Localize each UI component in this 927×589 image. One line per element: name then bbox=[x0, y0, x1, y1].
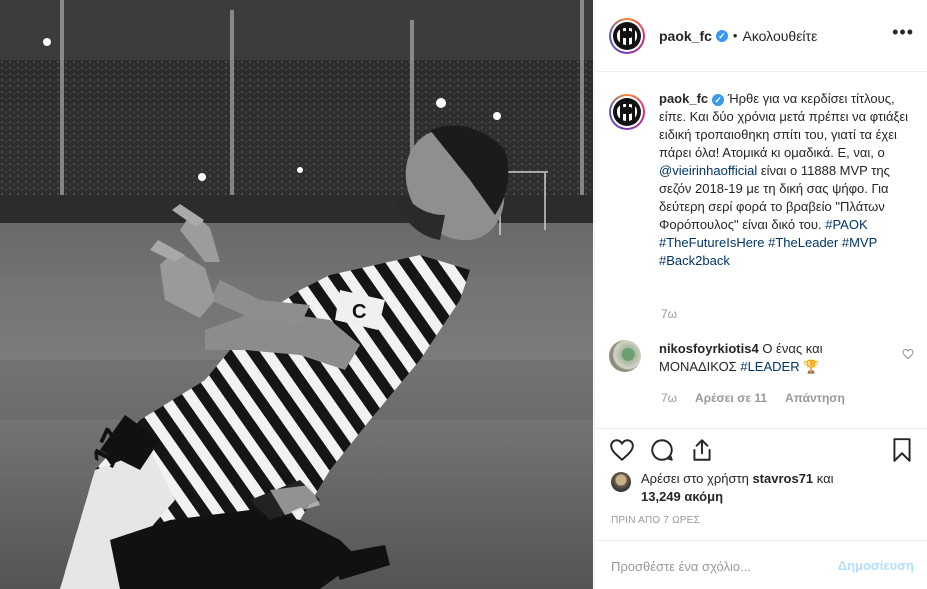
comment-meta: 7ω Αρέσει σε 11 Απάντηση bbox=[661, 391, 845, 405]
comment-text: nikosfoyrkiotis4 Ο ένας και ΜΟΝΑΔΙΚΟΣ #L… bbox=[659, 340, 889, 376]
post-comment-button[interactable]: Δημοσίευση bbox=[838, 558, 914, 573]
verified-badge-icon: ✓ bbox=[715, 29, 728, 42]
likes-text: Αρέσει στο χρήστη stavros71 και 13,249 α… bbox=[641, 470, 834, 506]
hashtag-link[interactable]: #LEADER bbox=[740, 359, 799, 374]
caption-text: paok_fc ✓ Ήρθε για να κερδίσει τίτλους, ε… bbox=[659, 90, 914, 270]
likes-prefix: Αρέσει στο χρήστη bbox=[641, 471, 753, 486]
caption-time[interactable]: 7ω bbox=[661, 307, 677, 321]
mention-link[interactable]: @vieirinhaofficial bbox=[659, 163, 757, 178]
hashtag-link[interactable]: #Back2back bbox=[659, 253, 730, 268]
comment-heart-icon[interactable] bbox=[902, 348, 914, 363]
liker-avatar[interactable] bbox=[611, 472, 631, 492]
hashtag-link[interactable]: #TheLeader bbox=[768, 235, 838, 250]
commenter-username[interactable]: nikosfoyrkiotis4 bbox=[659, 341, 759, 356]
likes-middle: και bbox=[813, 471, 834, 486]
likes-count-link[interactable]: 13,249 ακόμη bbox=[641, 489, 723, 504]
post-caption: paok_fc ✓ Ήρθε για να κερδίσει τίτλους, ε… bbox=[609, 90, 914, 270]
caption-author-avatar[interactable] bbox=[609, 94, 645, 130]
heart-outline-icon[interactable] bbox=[609, 437, 635, 463]
post-side-panel: paok_fc ✓ • Ακολουθείτε ••• paok_fc ✓ Ήρθ… bbox=[594, 0, 927, 589]
post-header: paok_fc ✓ • Ακολουθείτε ••• bbox=[595, 0, 927, 72]
follow-status-button[interactable]: Ακολουθείτε bbox=[742, 28, 817, 44]
post-image: 17 C bbox=[0, 0, 593, 589]
comment-bubble-icon[interactable] bbox=[649, 437, 675, 463]
post-photo[interactable]: 17 C bbox=[0, 0, 593, 589]
more-dots-icon[interactable]: ••• bbox=[892, 23, 914, 41]
post-timestamp[interactable]: ΠΡΙΝ ΑΠΟ 7 ΩΡΕΣ bbox=[611, 515, 700, 526]
author-avatar[interactable] bbox=[609, 17, 645, 54]
action-bar bbox=[595, 428, 927, 468]
trophy-emoji-icon: 🏆 bbox=[803, 359, 820, 374]
reply-button[interactable]: Απάντηση bbox=[785, 391, 845, 405]
bookmark-icon[interactable] bbox=[889, 437, 915, 463]
share-icon[interactable] bbox=[689, 437, 715, 463]
comment-time[interactable]: 7ω bbox=[661, 391, 677, 405]
comment-input[interactable] bbox=[611, 555, 821, 577]
likes-summary: Αρέσει στο χρήστη stavros71 και 13,249 α… bbox=[611, 470, 911, 506]
add-comment-section: Δημοσίευση bbox=[595, 540, 927, 589]
paok-logo-icon bbox=[613, 98, 641, 126]
author-username[interactable]: paok_fc bbox=[659, 28, 712, 44]
liker-username[interactable]: stavros71 bbox=[752, 471, 813, 486]
separator-dot: • bbox=[732, 28, 738, 43]
comment-item: nikosfoyrkiotis4 Ο ένας και ΜΟΝΑΔΙΚΟΣ #L… bbox=[609, 340, 914, 376]
caption-username[interactable]: paok_fc bbox=[659, 91, 708, 106]
hashtag-link[interactable]: #PAOK bbox=[825, 217, 867, 232]
svg-text:C: C bbox=[352, 301, 366, 323]
paok-logo-icon bbox=[613, 21, 641, 50]
commenter-avatar[interactable] bbox=[609, 340, 641, 372]
hashtag-link[interactable]: #MVP bbox=[842, 235, 877, 250]
verified-badge-icon: ✓ bbox=[712, 94, 725, 106]
hashtag-link[interactable]: #TheFutureIsHere bbox=[659, 235, 765, 250]
comment-likes-count[interactable]: Αρέσει σε 11 bbox=[695, 391, 767, 405]
